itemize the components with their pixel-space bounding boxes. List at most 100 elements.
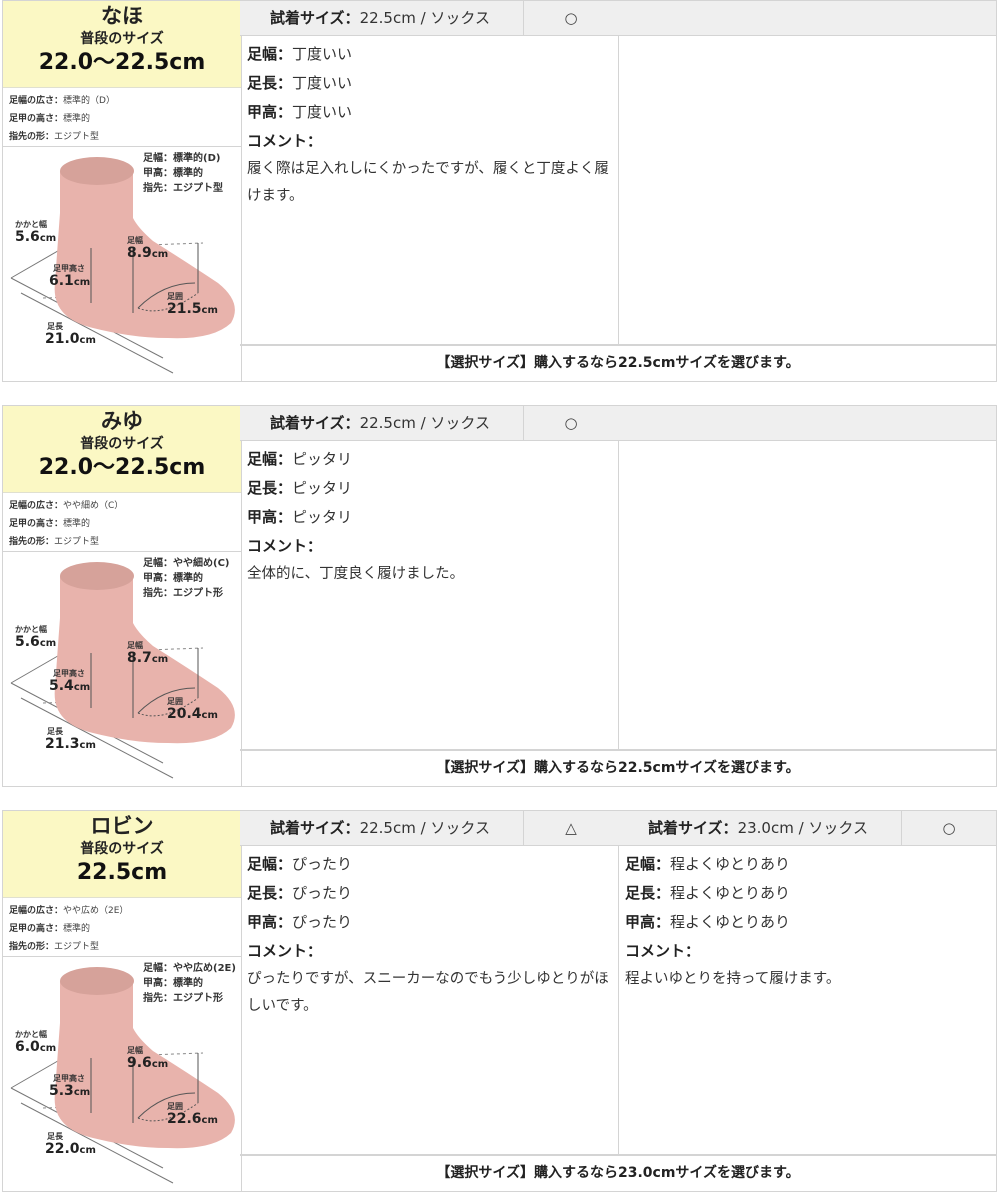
- trial-column: 試着サイズ：23.0cm / ソックス ○ 足幅：程よくゆとりあり 足長：程よくゆ…: [618, 810, 997, 1156]
- foot-attribute: 足幅の広さ：やや細め（C）: [9, 497, 241, 515]
- foot-legend: 足幅：やや細め(C) 甲高：標準的 指先：エジプト形: [143, 556, 229, 601]
- heel-width-value: 5.6cm: [15, 634, 57, 650]
- fit-row: 足長：程よくゆとりあり: [625, 884, 791, 902]
- comment-text: 程よいゆとりを持って履けます。: [625, 971, 841, 987]
- foot-attribute: 足甲の高さ：標準的: [9, 110, 241, 128]
- legend-line: 甲高：標準的: [143, 573, 203, 584]
- instep-height-value: 5.4cm: [49, 678, 91, 694]
- trial-size: 試着サイズ：23.0cm / ソックス: [648, 819, 868, 837]
- comment-label: コメント：: [247, 537, 323, 555]
- fit-row: 足幅：ピッタリ: [247, 450, 353, 468]
- legend-line: 甲高：標準的: [143, 978, 203, 989]
- length-value: 21.0cm: [45, 331, 96, 347]
- legend-line: 足幅：標準的(D): [143, 153, 221, 164]
- legend-line: 指先：エジプト形: [143, 993, 223, 1004]
- heel-width-value: 6.0cm: [15, 1039, 57, 1055]
- foot-attribute: 足甲の高さ：標準的: [9, 515, 241, 533]
- instep-height-value: 5.3cm: [49, 1083, 91, 1099]
- legend-line: 指先：エジプト形: [143, 588, 223, 599]
- usual-size-value: 22.5cm: [76, 860, 168, 885]
- attr-label: 足甲の高さ：: [9, 114, 64, 124]
- instep-height-value: 6.1cm: [49, 273, 91, 289]
- length-value: 21.3cm: [45, 736, 96, 752]
- fit-row: 甲高：丁度いい: [247, 103, 353, 121]
- trial-header: 試着サイズ：23.0cm / ソックス ○: [618, 811, 996, 846]
- trial-column: 試着サイズ：22.5cm / ソックス △ 足幅：ぴったり 足長：ぴったり 甲高：ぴ…: [240, 810, 619, 1156]
- attr-label: 指先の形：: [9, 132, 55, 142]
- trial-header: 試着サイズ：22.5cm / ソックス △: [240, 811, 618, 846]
- attr-label: 足幅の広さ：: [9, 501, 64, 511]
- foot-legend: 足幅：標準的(D) 甲高：標準的 指先：エジプト型: [143, 151, 223, 196]
- staff-profile: みゆ 普段のサイズ 22.0〜22.5cm 足幅の広さ：やや細め（C） 足甲の高さ…: [2, 405, 242, 787]
- attr-value: エジプト型: [54, 132, 100, 142]
- foot-attribute: 足幅の広さ：標準的（D）: [9, 92, 241, 110]
- legend-line: 甲高：標準的: [143, 168, 203, 179]
- attr-label: 足幅の広さ：: [9, 96, 64, 106]
- staff-review-card: なほ 普段のサイズ 22.0〜22.5cm 足幅の広さ：標準的（D） 足甲の高さ：…: [2, 0, 997, 382]
- attr-label: 指先の形：: [9, 942, 55, 952]
- fit-row: 甲高：ぴったり: [247, 913, 353, 931]
- attr-value: エジプト型: [54, 537, 100, 547]
- foot-width-value: 8.7cm: [127, 650, 169, 666]
- attr-value: やや細め（C）: [63, 501, 124, 511]
- foot-measurements: 足幅：標準的(D) 甲高：標準的 指先：エジプト型 かかと幅 5.6cm 足幅 …: [3, 143, 241, 381]
- fit-rating-mark: ○: [523, 406, 618, 440]
- usual-size-value: 22.0〜22.5cm: [38, 50, 206, 75]
- selected-size: 【選択サイズ】購入するなら22.5cmサイズを選びます。: [240, 749, 997, 787]
- staff-profile: ロビン 普段のサイズ 22.5cm 足幅の広さ：やや広め（2E） 足甲の高さ：標準…: [2, 810, 242, 1192]
- attr-label: 指先の形：: [9, 537, 55, 547]
- fit-row: 足長：ぴったり: [247, 884, 353, 902]
- comment-label: コメント：: [247, 132, 323, 150]
- foot-attribute: 足幅の広さ：やや広め（2E）: [9, 902, 241, 920]
- attr-value: やや広め（2E）: [63, 906, 129, 916]
- usual-size-box: みゆ 普段のサイズ 22.0〜22.5cm: [3, 406, 241, 493]
- usual-size-box: なほ 普段のサイズ 22.0〜22.5cm: [3, 1, 241, 88]
- trial-header: 試着サイズ：22.5cm / ソックス ○: [240, 406, 618, 441]
- staff-review-card: ロビン 普段のサイズ 22.5cm 足幅の広さ：やや広め（2E） 足甲の高さ：標準…: [2, 810, 997, 1192]
- usual-size-label: 普段のサイズ: [80, 31, 164, 47]
- fit-row: 足幅：ぴったり: [247, 855, 353, 873]
- empty-trial-column: [618, 0, 997, 346]
- trial-column: 試着サイズ：22.5cm / ソックス ○ 足幅：ピッタリ 足長：ピッタリ 甲高：ピ…: [240, 405, 619, 751]
- foot-width-value: 9.6cm: [127, 1055, 169, 1071]
- foot-legend: 足幅：やや広め(2E) 甲高：標準的 指先：エジプト形: [143, 961, 236, 1006]
- fit-row: 甲高：ピッタリ: [247, 508, 353, 526]
- attr-value: 標準的: [63, 114, 91, 124]
- selected-size: 【選択サイズ】購入するなら23.0cmサイズを選びます。: [240, 1154, 997, 1192]
- usual-size-value: 22.0〜22.5cm: [38, 455, 206, 480]
- staff-name: なほ: [101, 4, 143, 28]
- staff-name: みゆ: [101, 409, 143, 433]
- trial-body: 足幅：丁度いい 足長：丁度いい 甲高：丁度いい コメント： 履く際は足入れしにくかった…: [240, 36, 618, 210]
- foot-attributes: 足幅の広さ：やや広め（2E） 足甲の高さ：標準的 指先の形：エジプト型: [3, 898, 241, 957]
- attr-value: 標準的（D）: [63, 96, 115, 106]
- fit-row: 足幅：丁度いい: [247, 45, 353, 63]
- attr-label: 足甲の高さ：: [9, 924, 64, 934]
- girth-value: 21.5cm: [167, 301, 218, 317]
- fit-rating-mark: ○: [523, 1, 618, 35]
- comment-text: ぴったりですが、スニーカーなのでもう少しゆとりがほしいです。: [247, 971, 609, 1014]
- usual-size-label: 普段のサイズ: [80, 841, 164, 857]
- comment-label: コメント：: [247, 942, 323, 960]
- legend-line: 指先：エジプト型: [143, 183, 223, 194]
- empty-trial-column: [618, 405, 997, 751]
- attr-value: 標準的: [63, 924, 91, 934]
- trial-size: 試着サイズ：22.5cm / ソックス: [270, 414, 490, 432]
- empty-trial-header: [618, 406, 996, 441]
- staff-profile: なほ 普段のサイズ 22.0〜22.5cm 足幅の広さ：標準的（D） 足甲の高さ：…: [2, 0, 242, 382]
- attr-label: 足甲の高さ：: [9, 519, 64, 529]
- staff-name: ロビン: [90, 814, 154, 838]
- foot-attributes: 足幅の広さ：やや細め（C） 足甲の高さ：標準的 指先の形：エジプト型: [3, 493, 241, 552]
- fit-row: 足長：ピッタリ: [247, 479, 353, 497]
- attr-label: 足幅の広さ：: [9, 906, 64, 916]
- selected-size: 【選択サイズ】購入するなら22.5cmサイズを選びます。: [240, 344, 997, 382]
- trial-header: 試着サイズ：22.5cm / ソックス ○: [240, 1, 618, 36]
- comment-label: コメント：: [625, 942, 701, 960]
- fit-rating-mark: ○: [901, 811, 996, 845]
- usual-size-label: 普段のサイズ: [80, 436, 164, 452]
- comment-text: 全体的に、丁度良く履けました。: [247, 566, 465, 582]
- fit-row: 甲高：程よくゆとりあり: [625, 913, 791, 931]
- legend-line: 足幅：やや広め(2E): [143, 963, 236, 974]
- attr-value: 標準的: [63, 519, 91, 529]
- girth-value: 22.6cm: [167, 1111, 218, 1127]
- foot-measurements: 足幅：やや細め(C) 甲高：標準的 指先：エジプト形 かかと幅 5.6cm 足幅…: [3, 548, 241, 786]
